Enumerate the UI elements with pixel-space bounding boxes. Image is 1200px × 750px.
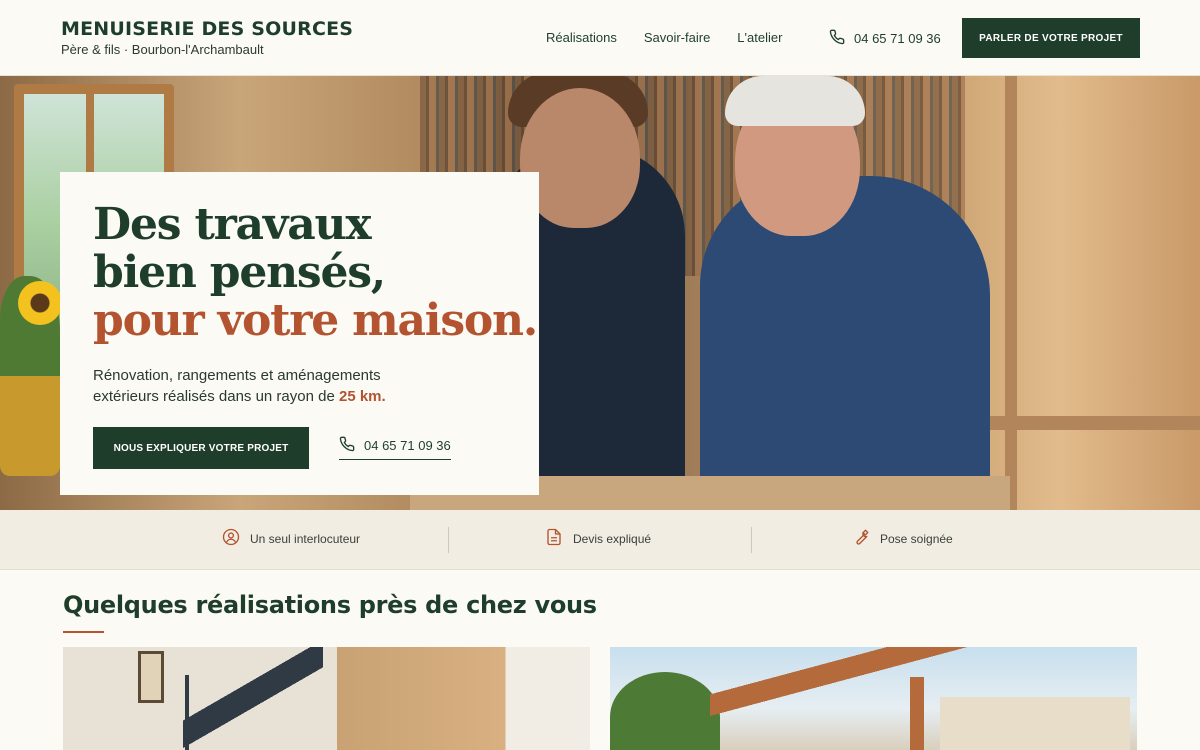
house-wall <box>940 697 1130 750</box>
hero-title-line3: pour votre maison. <box>93 295 538 346</box>
nav-realisations[interactable]: Réalisations <box>546 30 617 45</box>
section-title-underline <box>63 631 104 633</box>
pergola-post <box>910 677 924 750</box>
brand[interactable]: MENUISERIE DES SOURCES Père & fils · Bou… <box>61 18 353 57</box>
project-card-staircase[interactable] <box>63 647 590 750</box>
sunflower-icon <box>18 281 62 325</box>
hero-title: Des travaux bien pensés, pour votre mais… <box>93 199 538 346</box>
nav-savoir-faire[interactable]: Savoir-faire <box>644 30 710 45</box>
brand-subtitle: Père & fils · Bourbon-l'Archambault <box>61 42 264 57</box>
feature-label: Pose soignée <box>880 531 953 546</box>
feature-divider <box>448 527 449 553</box>
picture-frame <box>138 651 164 703</box>
feature-label: Un seul interlocuteur <box>250 531 361 546</box>
hero-card: Des travaux bien pensés, pour votre mais… <box>60 172 539 495</box>
feature-label: Devis expliqué <box>573 531 652 546</box>
staircase <box>183 647 323 750</box>
user-circle-icon <box>222 528 240 549</box>
brand-name: MENUISERIE DES SOURCES <box>61 18 354 40</box>
feature-divider <box>751 527 752 553</box>
site-header: MENUISERIE DES SOURCES Père & fils · Bou… <box>0 0 1200 76</box>
phone-icon <box>829 29 845 48</box>
nav-atelier[interactable]: L'atelier <box>737 30 782 45</box>
features-bar: Un seul interlocuteur Devis expliqué Pos… <box>0 510 1200 570</box>
hero-photo-pot <box>0 376 60 476</box>
document-icon <box>545 528 563 549</box>
hero-photo-hair-old <box>725 76 865 126</box>
tree <box>610 672 720 750</box>
hero-description-text: Rénovation, rangements et aménagements e… <box>93 367 381 405</box>
hero-phone-link[interactable]: 04 65 71 09 36 <box>339 436 451 460</box>
main-nav: Réalisations Savoir-faire L'atelier <box>546 30 782 45</box>
feature-installation: Pose soignée <box>852 528 953 549</box>
header-phone-link[interactable]: 04 65 71 09 36 <box>829 29 941 48</box>
section-title: Quelques réalisations près de chez vous <box>63 591 597 619</box>
stair-rail <box>185 675 189 750</box>
hero-description-radius: 25 km. <box>338 388 386 405</box>
hero-phone-number: 04 65 71 09 36 <box>364 438 451 453</box>
talk-project-button[interactable]: PARLER DE VOTRE PROJET <box>962 18 1140 58</box>
wrench-icon <box>852 528 870 549</box>
hero-photo-older-carpenter <box>700 176 990 510</box>
feature-single-contact: Un seul interlocuteur <box>222 528 360 549</box>
hero-title-line1: Des travaux <box>93 199 372 250</box>
hero-section: Des travaux bien pensés, pour votre mais… <box>0 76 1200 510</box>
explain-project-button[interactable]: NOUS EXPLIQUER VOTRE PROJET <box>93 427 309 469</box>
header-phone-number: 04 65 71 09 36 <box>854 31 941 46</box>
phone-icon <box>339 436 355 455</box>
hero-title-line2: bien pensés, <box>93 247 386 298</box>
feature-quote: Devis expliqué <box>545 528 651 549</box>
project-card-pergola[interactable] <box>610 647 1137 750</box>
hero-photo-cabinet <box>965 76 1200 510</box>
hero-description: Rénovation, rangements et aménagements e… <box>93 365 423 407</box>
